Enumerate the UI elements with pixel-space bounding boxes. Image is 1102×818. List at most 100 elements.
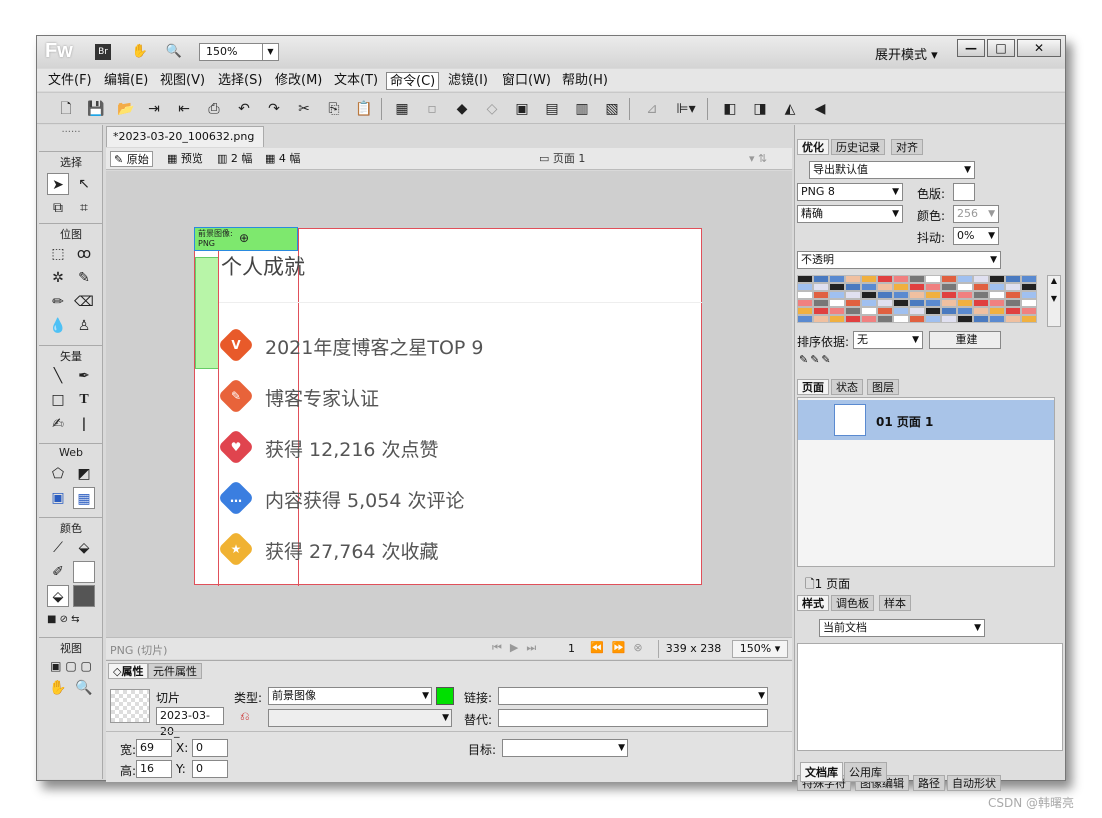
stroke-color-swatch[interactable]: [73, 561, 95, 583]
palette-swatch[interactable]: [861, 299, 877, 307]
palette-swatch[interactable]: [861, 315, 877, 323]
import-icon[interactable]: ⇥: [145, 100, 163, 118]
y-input[interactable]: 0: [192, 760, 228, 778]
behavior-select[interactable]: ▼: [268, 709, 452, 727]
palette-swatch[interactable]: [861, 283, 877, 291]
palette-swatch[interactable]: [877, 307, 893, 315]
hide-slices-icon[interactable]: ▣: [47, 487, 69, 509]
palette-swatch[interactable]: [909, 291, 925, 299]
palette-swatch[interactable]: [829, 291, 845, 299]
target-select[interactable]: ▼: [502, 739, 628, 757]
palette-swatch[interactable]: [957, 283, 973, 291]
view-4up-button[interactable]: ▦ 4 幅: [262, 151, 303, 167]
zoom-icon[interactable]: 🔍: [165, 43, 183, 61]
knife-tool-icon[interactable]: ǀ: [73, 413, 95, 435]
palette-swatch[interactable]: [1005, 275, 1021, 283]
export-icon[interactable]: ⇤: [175, 100, 193, 118]
menu-file[interactable]: 文件(F): [45, 72, 95, 90]
minimize-button[interactable]: —: [957, 39, 985, 57]
pencil-tool-icon[interactable]: ✏: [47, 291, 69, 313]
palette-swatch[interactable]: [989, 315, 1005, 323]
palette-swatch[interactable]: [797, 291, 813, 299]
sort-select[interactable]: 无 ▼: [853, 331, 923, 349]
crop-tool-icon[interactable]: ⌗: [73, 197, 95, 219]
tab-common-library[interactable]: 公用库: [844, 762, 887, 782]
frame-nav-icon[interactable]: ⏪⏩⊗: [590, 641, 651, 654]
tab-symbol-properties[interactable]: 元件属性: [148, 663, 202, 679]
tab-history[interactable]: 历史记录: [831, 139, 885, 155]
palette-swatch[interactable]: [861, 291, 877, 299]
save-icon[interactable]: 💾: [87, 100, 105, 118]
palette-swatch[interactable]: [1021, 291, 1037, 299]
palette-swatch[interactable]: [941, 299, 957, 307]
blur-tool-icon[interactable]: 💧: [47, 315, 69, 337]
palette-swatch[interactable]: [973, 307, 989, 315]
paste-icon[interactable]: 📋: [355, 100, 373, 118]
align-icon[interactable]: ⊫▾: [673, 100, 699, 118]
view-original-button[interactable]: ✎ 原始: [110, 151, 153, 167]
freeform-tool-icon[interactable]: ✍: [47, 413, 69, 435]
palette-swatch[interactable]: [893, 283, 909, 291]
palette-swatch[interactable]: [925, 315, 941, 323]
link-wand-icon[interactable]: ⎌: [240, 709, 250, 724]
group-icon[interactable]: ▦: [393, 100, 411, 118]
slice-name-input[interactable]: 2023-03-20_: [156, 707, 224, 738]
palette-swatch[interactable]: [909, 283, 925, 291]
palette-swatch[interactable]: [957, 299, 973, 307]
palette-swatch[interactable]: [973, 283, 989, 291]
eyedropper-tool-icon[interactable]: ⟋: [47, 537, 69, 559]
palette-swatch[interactable]: [909, 299, 925, 307]
color-table[interactable]: [797, 275, 1047, 327]
palette-swatch[interactable]: [813, 315, 829, 323]
close-button[interactable]: ✕: [1017, 39, 1061, 57]
pen-tool-icon[interactable]: ✒: [73, 365, 95, 387]
format-select[interactable]: PNG 8 ▼: [797, 183, 903, 201]
status-zoom[interactable]: 150% ▾: [732, 640, 788, 658]
palette-swatch[interactable]: [989, 291, 1005, 299]
palette-swatch[interactable]: [893, 307, 909, 315]
text-tool-icon[interactable]: T: [73, 389, 95, 411]
screen-mode-icon[interactable]: ▣ ▢ ▢: [41, 655, 101, 677]
bring-forward-icon[interactable]: ▤: [543, 100, 561, 118]
tab-samples[interactable]: 样本: [879, 595, 911, 611]
panel-grip[interactable]: ······: [39, 127, 103, 141]
line-tool-icon[interactable]: ╲: [47, 365, 69, 387]
zoom-tool-icon[interactable]: 🔍: [73, 677, 95, 699]
palette-swatch[interactable]: [829, 307, 845, 315]
palette-swatch[interactable]: [893, 275, 909, 283]
palette-swatch[interactable]: [1021, 307, 1037, 315]
bridge-icon[interactable]: Br: [95, 44, 111, 60]
fill-color-icon[interactable]: ⬙: [47, 585, 69, 607]
palette-swatch[interactable]: [973, 299, 989, 307]
maximize-button[interactable]: □: [987, 39, 1015, 57]
stamp-tool-icon[interactable]: ♙: [73, 315, 95, 337]
workspace-mode[interactable]: 展开模式 ▾: [875, 44, 938, 63]
palette-swatch[interactable]: [877, 283, 893, 291]
palette-swatch[interactable]: [797, 307, 813, 315]
palette-swatch[interactable]: [989, 275, 1005, 283]
flip-horizontal-icon[interactable]: ◭: [781, 100, 799, 118]
send-back-icon[interactable]: ▧: [603, 100, 621, 118]
redo-icon[interactable]: ↷: [265, 100, 283, 118]
type-select[interactable]: 前景图像 ▼: [268, 687, 432, 705]
menu-modify[interactable]: 修改(M): [272, 72, 325, 90]
rebuild-button[interactable]: 重建: [929, 331, 1001, 349]
palette-swatch[interactable]: [845, 307, 861, 315]
palette-swatch[interactable]: [941, 283, 957, 291]
flip-vertical-icon[interactable]: ◀: [811, 100, 829, 118]
palette-swatch[interactable]: [1021, 299, 1037, 307]
export-preset-select[interactable]: 导出默认值 ▼: [809, 161, 975, 179]
view-preview-button[interactable]: ▦ 预览: [164, 151, 206, 167]
palette-swatch[interactable]: [845, 275, 861, 283]
matte-swatch[interactable]: [953, 183, 975, 201]
palette-swatch[interactable]: [877, 299, 893, 307]
split-icon[interactable]: ◇: [483, 100, 501, 118]
palette-swatch[interactable]: [797, 299, 813, 307]
distribute-icon[interactable]: ⊿: [643, 100, 661, 118]
styles-source-select[interactable]: 当前文档 ▼: [819, 619, 985, 637]
palette-swatch[interactable]: [1005, 315, 1021, 323]
palette-swatch[interactable]: [845, 315, 861, 323]
palette-swatch[interactable]: [829, 283, 845, 291]
palette-swatch[interactable]: [957, 315, 973, 323]
document-canvas[interactable]: 个人成就 V 2021年度博客之星TOP 9 ✎ 博客专家认证 ♥ 获得 12,…: [194, 228, 702, 586]
